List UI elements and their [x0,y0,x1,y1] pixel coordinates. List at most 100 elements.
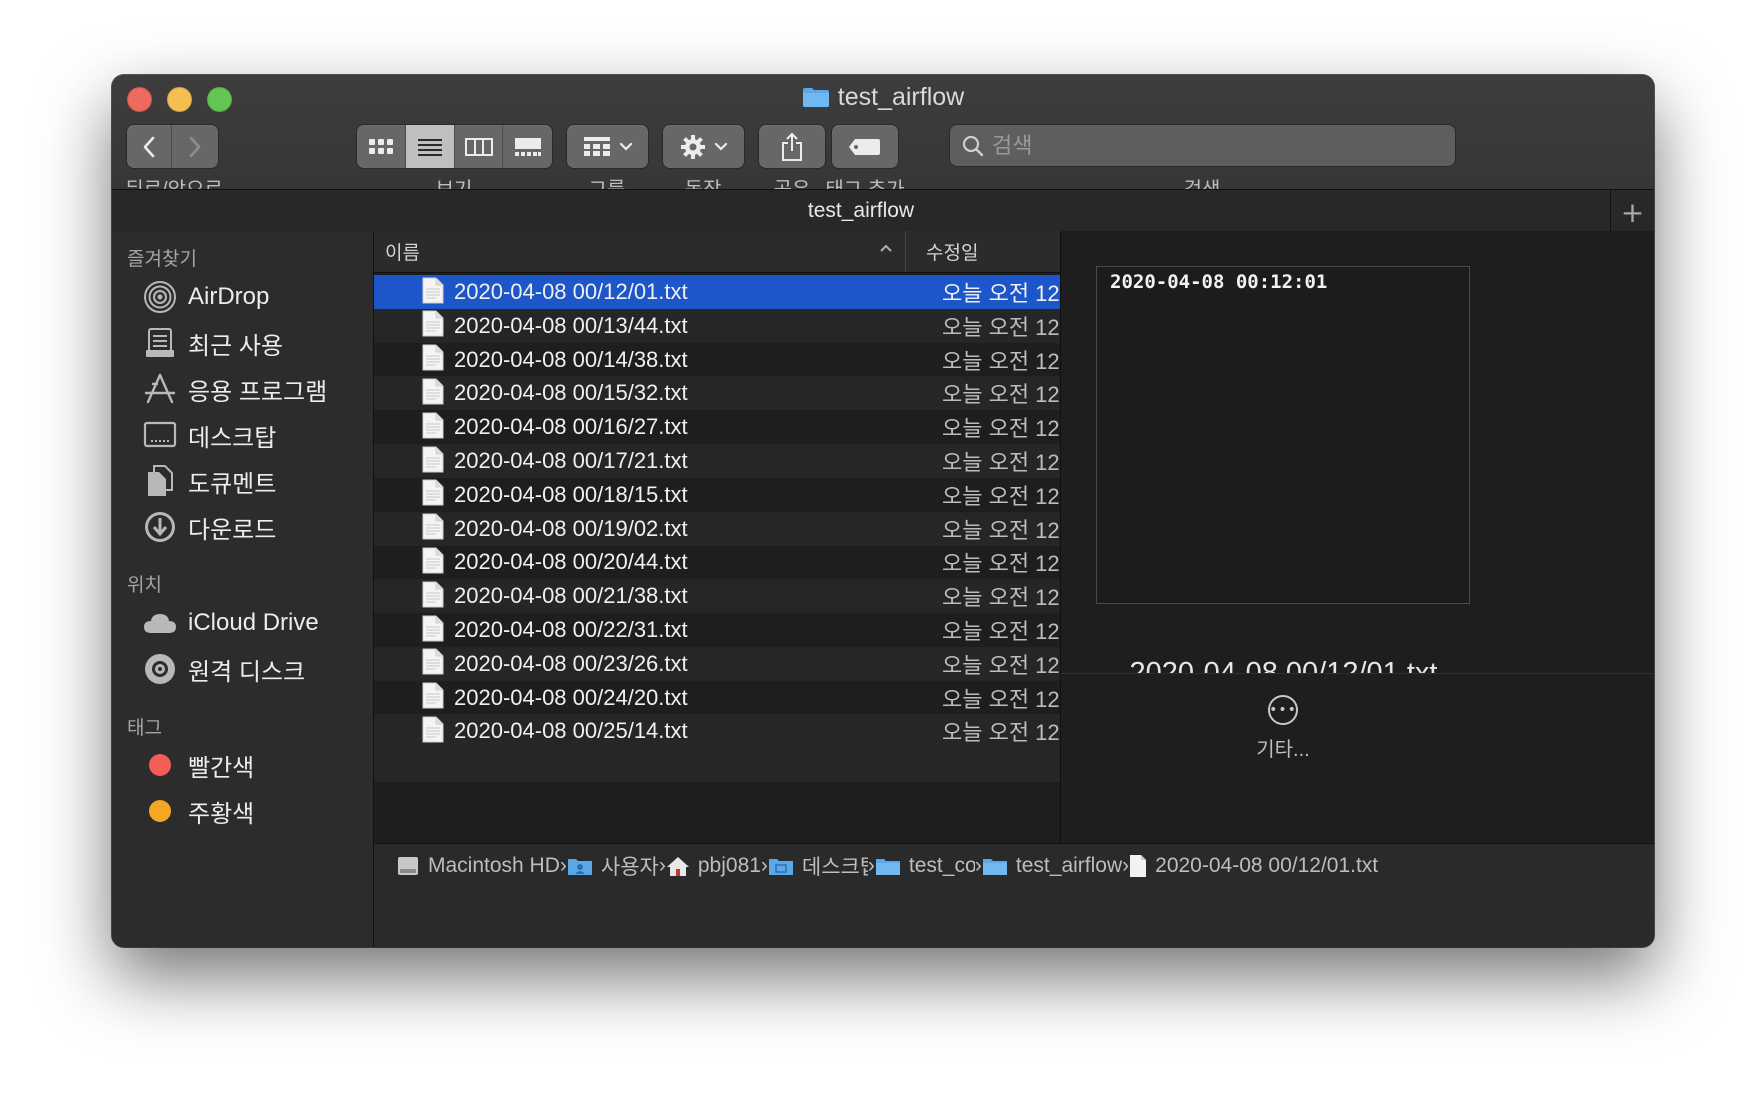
sidebar-item-recents[interactable]: 최근 사용 [112,321,374,365]
preview-content: 2020-04-08 00:12:01 [1110,271,1328,293]
sidebar-item-downloads[interactable]: 다운로드 [112,505,374,549]
sidebar-item-label: 빨간색 [188,754,255,782]
breadcrumb-item[interactable]: test_code [875,854,975,878]
breadcrumb-separator: › [559,854,567,877]
file-row[interactable]: 2020-04-08 00/16/27.txt 오늘 오전 12:16 [374,410,1060,444]
text-document-icon [422,479,444,510]
more-label: 기타... [1256,739,1310,761]
sidebar-item-desktop[interactable]: 데스크탑 [112,413,374,457]
search-icon [962,135,984,156]
sidebar-item-label: 다운로드 [188,516,277,544]
text-document-icon [422,446,444,477]
column-header-date[interactable]: 수정일 [906,231,1060,272]
breadcrumb-label: 2020-04-08 00/12/01.txt [1155,854,1379,877]
icon-view-button[interactable] [357,125,406,168]
group-button[interactable] [567,125,648,168]
sidebar-item-tag-orange[interactable]: 주황색 [112,789,374,833]
gear-icon [680,134,705,159]
recents-icon [142,325,178,361]
file-row[interactable]: 2020-04-08 00/22/31.txt 오늘 오전 12:22 [374,613,1060,647]
file-name: 2020-04-08 00/16/27.txt [454,414,688,440]
search-field[interactable] [950,125,1455,166]
add-tag-button[interactable] [832,125,898,168]
breadcrumb-label: test_airflow [1015,854,1123,877]
file-row[interactable]: 2020-04-08 00/20/44.txt 오늘 오전 12:20 [374,545,1060,579]
text-document-icon [422,344,444,375]
sidebar: 즐겨찾기 AirDrop 최근 사용 응용 프로그램 데스크탑 도큐멘트 다운로… [112,231,374,947]
file-date: 오늘 오전 12:13 [942,314,1060,340]
more-button[interactable]: ••• 기타... [1248,695,1318,775]
column-header-name-label: 이름 [385,243,420,264]
share-button[interactable] [759,125,825,168]
folder-icon [875,856,901,876]
search-input[interactable] [992,132,1432,159]
file-row[interactable]: 2020-04-08 00/15/32.txt 오늘 오전 12:15 [374,376,1060,411]
preview-filename: 2020-04-08 00/12/01.txt [1129,657,1438,674]
hard-drive-icon [396,855,420,877]
file-row[interactable]: 2020-04-08 00/18/15.txt 오늘 오전 12:18 [374,478,1060,512]
sidebar-item-icloud-drive[interactable]: iCloud Drive [112,601,374,645]
file-row[interactable]: 2020-04-08 00/17/21.txt 오늘 오전 12:17 [374,444,1060,478]
sidebar-item-label: iCloud Drive [188,609,319,636]
finder-window: test_airflow 뒤로/앞으로 [112,75,1654,947]
sidebar-item-label: 주황색 [188,800,255,828]
file-date: 오늘 오전 12:24 [942,686,1060,712]
breadcrumb-label: pbj081 [697,854,761,877]
file-row[interactable]: 2020-04-08 00/13/44.txt 오늘 오전 12:13 [374,308,1060,343]
downloads-icon [142,509,178,545]
file-date: 오늘 오전 12:19 [942,517,1060,543]
file-row[interactable]: 2020-04-08 00/25/14.txt 오늘 오전 12:25 [374,714,1060,749]
gallery-view-button[interactable] [503,125,552,168]
action-button[interactable] [663,125,744,168]
column-header-date-label: 수정일 [926,243,979,264]
tab-test-airflow[interactable]: test_airflow [112,199,1610,223]
sidebar-item-tag-red[interactable]: 빨간색 [112,743,374,787]
text-document-icon [422,378,444,409]
file-date: 오늘 오전 12:15 [942,382,1060,408]
chevron-left-icon [143,136,155,157]
new-tab-button[interactable]: + [1610,190,1654,234]
sidebar-item-remote-disc[interactable]: 원격 디스크 [112,647,374,691]
chevron-right-icon [189,136,201,157]
column-header-name[interactable]: 이름 [374,231,906,272]
file-row[interactable]: 2020-04-08 00/24/20.txt 오늘 오전 12:24 [374,681,1060,715]
breadcrumb-item[interactable]: Macintosh HD [396,854,560,878]
file-date: 오늘 오전 12:12 [942,281,1060,306]
file-row[interactable]: 2020-04-08 00/14/38.txt 오늘 오전 12:14 [374,343,1060,377]
sidebar-item-applications[interactable]: 응용 프로그램 [112,367,374,411]
file-row[interactable]: 2020-04-08 00/19/02.txt 오늘 오전 12:19 [374,511,1060,546]
breadcrumb-item[interactable]: 사용자 [567,851,659,881]
list-view-button[interactable] [406,125,455,168]
sidebar-item-airdrop[interactable]: AirDrop [112,275,374,319]
text-document-icon [422,310,444,341]
chevron-down-icon [619,142,632,151]
file-list: 이름 수정일 2020-04-08 00/12/01.txt 오늘 오전 12:1… [374,231,1060,843]
file-row[interactable]: 2020-04-08 00/21/38.txt 오늘 오전 12:21 [374,579,1060,614]
group-icon [583,136,610,156]
icloud-icon [142,605,178,641]
share-icon [782,132,802,161]
window-title: test_airflow [112,83,1654,115]
breadcrumb-separator: › [658,854,666,877]
file-date: 오늘 오전 12:20 [942,551,1060,577]
breadcrumb-item[interactable]: 데스크탑 [768,851,868,881]
column-view-button[interactable] [455,125,503,168]
breadcrumb-item[interactable]: test_airflow [982,854,1122,878]
breadcrumb-separator: › [867,854,875,877]
back-button[interactable] [127,125,172,168]
breadcrumb-item[interactable]: pbj081 [666,854,761,878]
file-name: 2020-04-08 00/18/15.txt [454,481,688,507]
preview-pane: 2020-04-08 00:12:01 2020-04-08 00/12/01.… [1060,231,1654,843]
file-row[interactable]: 2020-04-08 00/23/26.txt 오늘 오전 12:23 [374,646,1060,681]
text-document-icon [422,615,444,646]
file-name: 2020-04-08 00/21/38.txt [454,583,688,609]
file-row[interactable]: 2020-04-08 00/12/01.txt 오늘 오전 12:12 [374,275,1060,309]
breadcrumb-label: 사용자 [600,856,659,879]
file-name: 2020-04-08 00/14/38.txt [454,346,688,372]
breadcrumb-item[interactable]: 2020-04-08 00/12/01.txt [1129,854,1378,878]
file-name: 2020-04-08 00/19/02.txt [454,515,688,541]
forward-button[interactable] [172,125,218,168]
sidebar-item-documents[interactable]: 도큐멘트 [112,459,374,503]
file-name: 2020-04-08 00/24/20.txt [454,684,688,710]
sort-ascending-icon [879,240,893,258]
